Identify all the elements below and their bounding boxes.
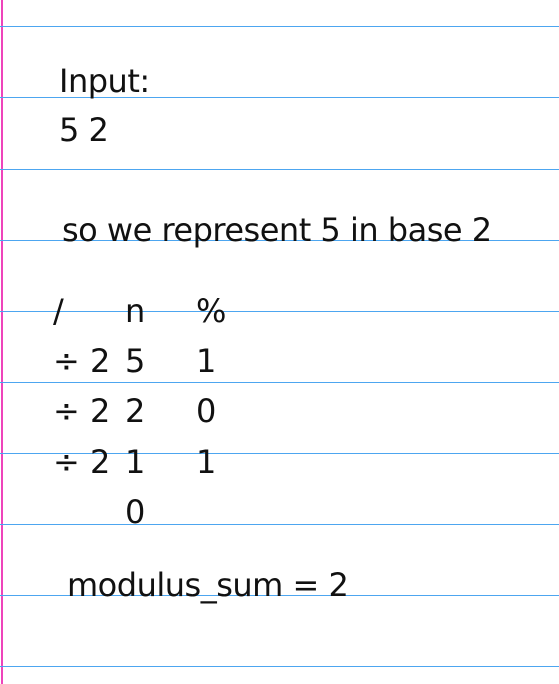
table-cell-remainder: 1 xyxy=(196,342,217,380)
table-cell-n: 5 xyxy=(125,342,146,380)
table-cell-divisor: ÷ 2 xyxy=(53,342,111,380)
ruled-line xyxy=(0,26,559,27)
table-header-n: n xyxy=(125,292,146,330)
input-label: Input: xyxy=(59,62,150,100)
ruled-line xyxy=(0,382,559,383)
result-text: modulus_sum = 2 xyxy=(67,566,349,604)
ruled-line xyxy=(0,169,559,170)
table-cell-remainder: 0 xyxy=(196,392,217,430)
input-value: 5 2 xyxy=(59,111,109,149)
margin-line xyxy=(1,0,3,684)
table-cell-n: 1 xyxy=(125,443,146,481)
table-cell-divisor: ÷ 2 xyxy=(53,443,111,481)
table-cell-n: 2 xyxy=(125,392,146,430)
table-header-remainder: % xyxy=(196,292,227,330)
ruled-line xyxy=(0,666,559,667)
table-cell-n: 0 xyxy=(125,493,146,531)
ruled-line xyxy=(0,524,559,525)
table-cell-remainder: 1 xyxy=(196,443,217,481)
explanation-text: so we represent 5 in base 2 xyxy=(62,211,492,249)
table-header-divisor: / xyxy=(53,292,64,330)
ruled-line xyxy=(0,311,559,312)
table-cell-divisor: ÷ 2 xyxy=(53,392,111,430)
